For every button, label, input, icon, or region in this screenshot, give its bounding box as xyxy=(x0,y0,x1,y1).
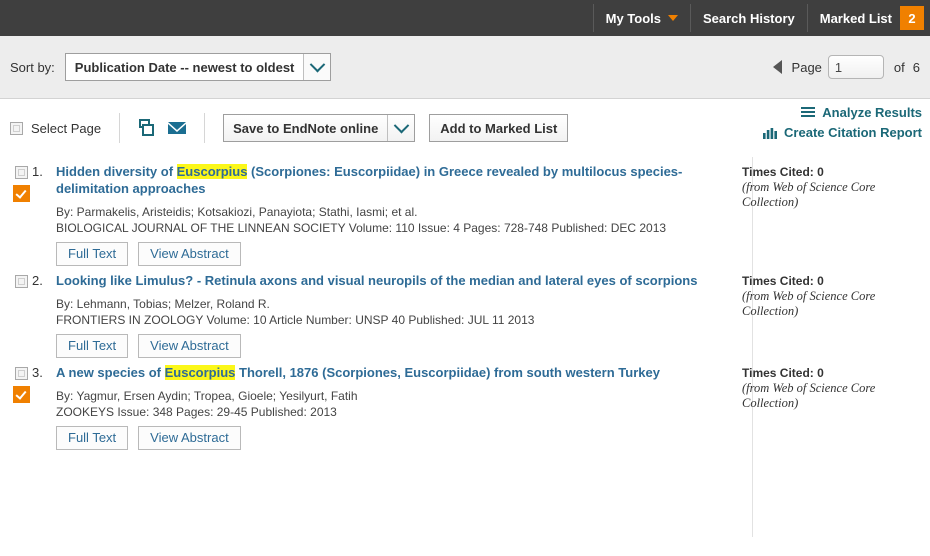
record-actions: Full Text View Abstract xyxy=(56,242,728,266)
record-title-link[interactable]: Hidden diversity of Euscorpius (Scorpion… xyxy=(56,163,728,197)
bar-chart-icon xyxy=(763,127,778,139)
page-number-input[interactable] xyxy=(827,55,884,79)
record-actions: Full Text View Abstract xyxy=(56,334,728,358)
print-icon[interactable] xyxy=(138,119,156,137)
chevron-down-icon xyxy=(387,115,414,141)
record-title-text: Looking like Limulus? - Retinula axons a… xyxy=(56,273,698,288)
record-title-text: Thorell, 1876 (Scorpiones, Euscorpiidae)… xyxy=(235,365,660,380)
chevron-down-icon xyxy=(667,15,678,21)
record-number: 2. xyxy=(32,273,43,288)
nav-my-tools[interactable]: My Tools xyxy=(594,0,690,36)
nav-my-tools-label: My Tools xyxy=(605,10,661,26)
full-text-button[interactable]: Full Text xyxy=(56,426,129,450)
record-checkbox[interactable] xyxy=(14,166,28,179)
create-citation-report-label: Create Citation Report xyxy=(784,125,922,140)
toolbar-divider xyxy=(204,113,206,143)
record-select-column xyxy=(10,163,32,266)
record-title-link[interactable]: Looking like Limulus? - Retinula axons a… xyxy=(56,272,728,289)
save-to-endnote-label: Save to EndNote online xyxy=(233,120,379,136)
chevron-down-icon xyxy=(303,54,331,80)
record-body: A new species of Euscorpius Thorell, 187… xyxy=(56,364,728,450)
add-to-marked-list-label: Add to Marked List xyxy=(440,120,558,136)
search-term-highlight: Euscorpius xyxy=(176,164,248,179)
select-page-checkbox[interactable] xyxy=(10,121,23,135)
sort-by-label: Sort by: xyxy=(10,59,55,75)
nav-marked-list[interactable]: Marked List xyxy=(808,11,900,26)
record-authors: By: Parmakelis, Aristeidis; Kotsakiozi, … xyxy=(56,205,418,219)
record-number: 1. xyxy=(32,164,43,179)
record-title-link[interactable]: A new species of Euscorpius Thorell, 187… xyxy=(56,364,728,381)
view-abstract-button[interactable]: View Abstract xyxy=(138,426,241,450)
total-pages-label: 6 xyxy=(912,59,920,75)
record-times-cited: Times Cited: 0 (from Web of Science Core … xyxy=(728,364,907,450)
view-abstract-button[interactable]: View Abstract xyxy=(138,334,241,358)
result-record: 1. Hidden diversity of Euscorpius (Scorpi… xyxy=(0,157,930,266)
top-navigation-bar: My Tools Search History Marked List 2 xyxy=(0,0,930,36)
times-cited-source: (from Web of Science Core Collection) xyxy=(742,180,876,209)
previous-page-button[interactable] xyxy=(772,60,782,74)
add-to-marked-list-button[interactable]: Add to Marked List xyxy=(429,114,569,142)
times-cited-source: (from Web of Science Core Collection) xyxy=(742,381,876,410)
view-abstract-button[interactable]: View Abstract xyxy=(138,242,241,266)
marked-check-icon xyxy=(12,386,30,403)
result-record: 2. Looking like Limulus? - Retinula axons… xyxy=(0,266,930,358)
record-times-cited: Times Cited: 0 (from Web of Science Core … xyxy=(728,163,907,266)
record-authors: By: Lehmann, Tobias; Melzer, Roland R. xyxy=(56,297,270,311)
result-record: 3. A new species of Euscorpius Thorell, 1… xyxy=(0,358,930,450)
page-label: Page xyxy=(791,59,822,75)
times-cited-count: Times Cited: 0 xyxy=(742,165,824,179)
search-term-highlight: Euscorpius xyxy=(164,365,236,380)
nav-search-history[interactable]: Search History xyxy=(691,0,807,36)
select-page-label: Select Page xyxy=(31,120,102,136)
sort-bar: Sort by: Publication Date -- newest to o… xyxy=(0,36,930,99)
times-cited-source: (from Web of Science Core Collection) xyxy=(742,289,876,318)
record-source: BIOLOGICAL JOURNAL OF THE LINNEAN SOCIET… xyxy=(56,221,667,235)
results-list: 1. Hidden diversity of Euscorpius (Scorpi… xyxy=(0,157,930,537)
full-text-button[interactable]: Full Text xyxy=(56,242,129,266)
record-source: FRONTIERS IN ZOOLOGY Volume: 10 Article … xyxy=(56,313,535,327)
save-to-endnote-select[interactable]: Save to EndNote online xyxy=(223,114,416,142)
analyze-results-link[interactable]: Analyze Results xyxy=(763,105,922,120)
marked-check-icon xyxy=(12,185,30,202)
nav-marked-list-label: Marked List xyxy=(819,10,892,26)
times-cited-count: Times Cited: 0 xyxy=(742,366,824,380)
times-cited-count: Times Cited: 0 xyxy=(742,274,824,288)
record-body: Hidden diversity of Euscorpius (Scorpion… xyxy=(56,163,728,266)
record-actions: Full Text View Abstract xyxy=(56,426,728,450)
record-checkbox[interactable] xyxy=(14,367,28,380)
select-page-control[interactable]: Select Page xyxy=(10,121,101,136)
sort-by-selected-value: Publication Date -- newest to oldest xyxy=(74,59,295,75)
create-citation-report-link[interactable]: Create Citation Report xyxy=(763,125,922,140)
analyze-results-label: Analyze Results xyxy=(822,105,922,120)
hamburger-icon xyxy=(801,106,816,119)
record-checkbox[interactable] xyxy=(14,275,28,288)
pagination-controls: Page of 6 xyxy=(772,55,920,79)
nav-search-history-label: Search History xyxy=(702,10,795,26)
results-action-toolbar: Select Page Save to EndNote online Add t… xyxy=(0,99,930,157)
record-title-text: A new species of xyxy=(56,365,165,380)
sort-by-select[interactable]: Publication Date -- newest to oldest xyxy=(64,53,332,81)
record-body: Looking like Limulus? - Retinula axons a… xyxy=(56,272,728,358)
record-title-text: Hidden diversity of xyxy=(56,164,177,179)
record-authors: By: Yagmur, Ersen Aydin; Tropea, Gioele;… xyxy=(56,389,358,403)
record-number: 3. xyxy=(32,365,43,380)
record-source: ZOOKEYS Issue: 348 Pages: 29-45 Publishe… xyxy=(56,405,337,419)
full-text-button[interactable]: Full Text xyxy=(56,334,129,358)
record-select-column xyxy=(10,364,32,450)
of-label: of xyxy=(893,59,905,75)
analysis-links: Analyze Results Create Citation Report xyxy=(763,105,922,145)
toolbar-divider xyxy=(119,113,121,143)
record-times-cited: Times Cited: 0 (from Web of Science Core … xyxy=(728,272,907,358)
record-select-column xyxy=(10,272,32,358)
nav-marked-list-group[interactable]: Marked List 2 xyxy=(808,0,930,36)
marked-list-count-badge: 2 xyxy=(900,6,924,30)
email-icon[interactable] xyxy=(168,121,187,135)
